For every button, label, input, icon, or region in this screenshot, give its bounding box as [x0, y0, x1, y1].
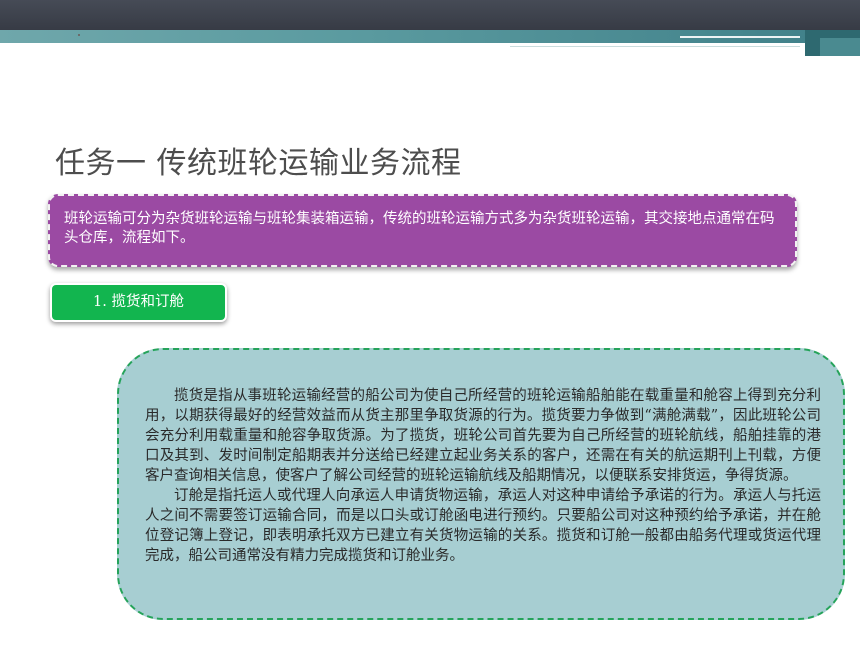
content-box: 揽货是指从事班轮运输经营的船公司为使自己所经营的班轮运输船舶能在载重量和舱容上得…: [117, 348, 845, 620]
step-badge: 1. 揽货和订舱: [50, 283, 227, 322]
step-label: 1. 揽货和订舱: [93, 294, 184, 310]
header-accent-line: [680, 36, 800, 38]
paragraph-booking: 订舱是指托运人或代理人向承运人申请货物运输，承运人对这种申请给予承诺的行为。承运…: [145, 488, 821, 564]
intro-callout: 班轮运输可分为杂货班轮运输与班轮集装箱运输，传统的班轮运输方式多为杂货班轮运输，…: [48, 194, 797, 267]
header-dot: [78, 34, 80, 36]
intro-text: 班轮运输可分为杂货班轮运输与班轮集装箱运输，传统的班轮运输方式多为杂货班轮运输，…: [64, 211, 775, 246]
paragraph-canvassing: 揽货是指从事班轮运输经营的船公司为使自己所经营的班轮运输船舶能在载重量和舱容上得…: [145, 388, 821, 484]
header-accent-line: [510, 46, 800, 47]
header-band: [0, 0, 860, 30]
header-corner-block-inner: [820, 38, 860, 56]
slide-title: 任务一 传统班轮运输业务流程: [55, 146, 462, 181]
